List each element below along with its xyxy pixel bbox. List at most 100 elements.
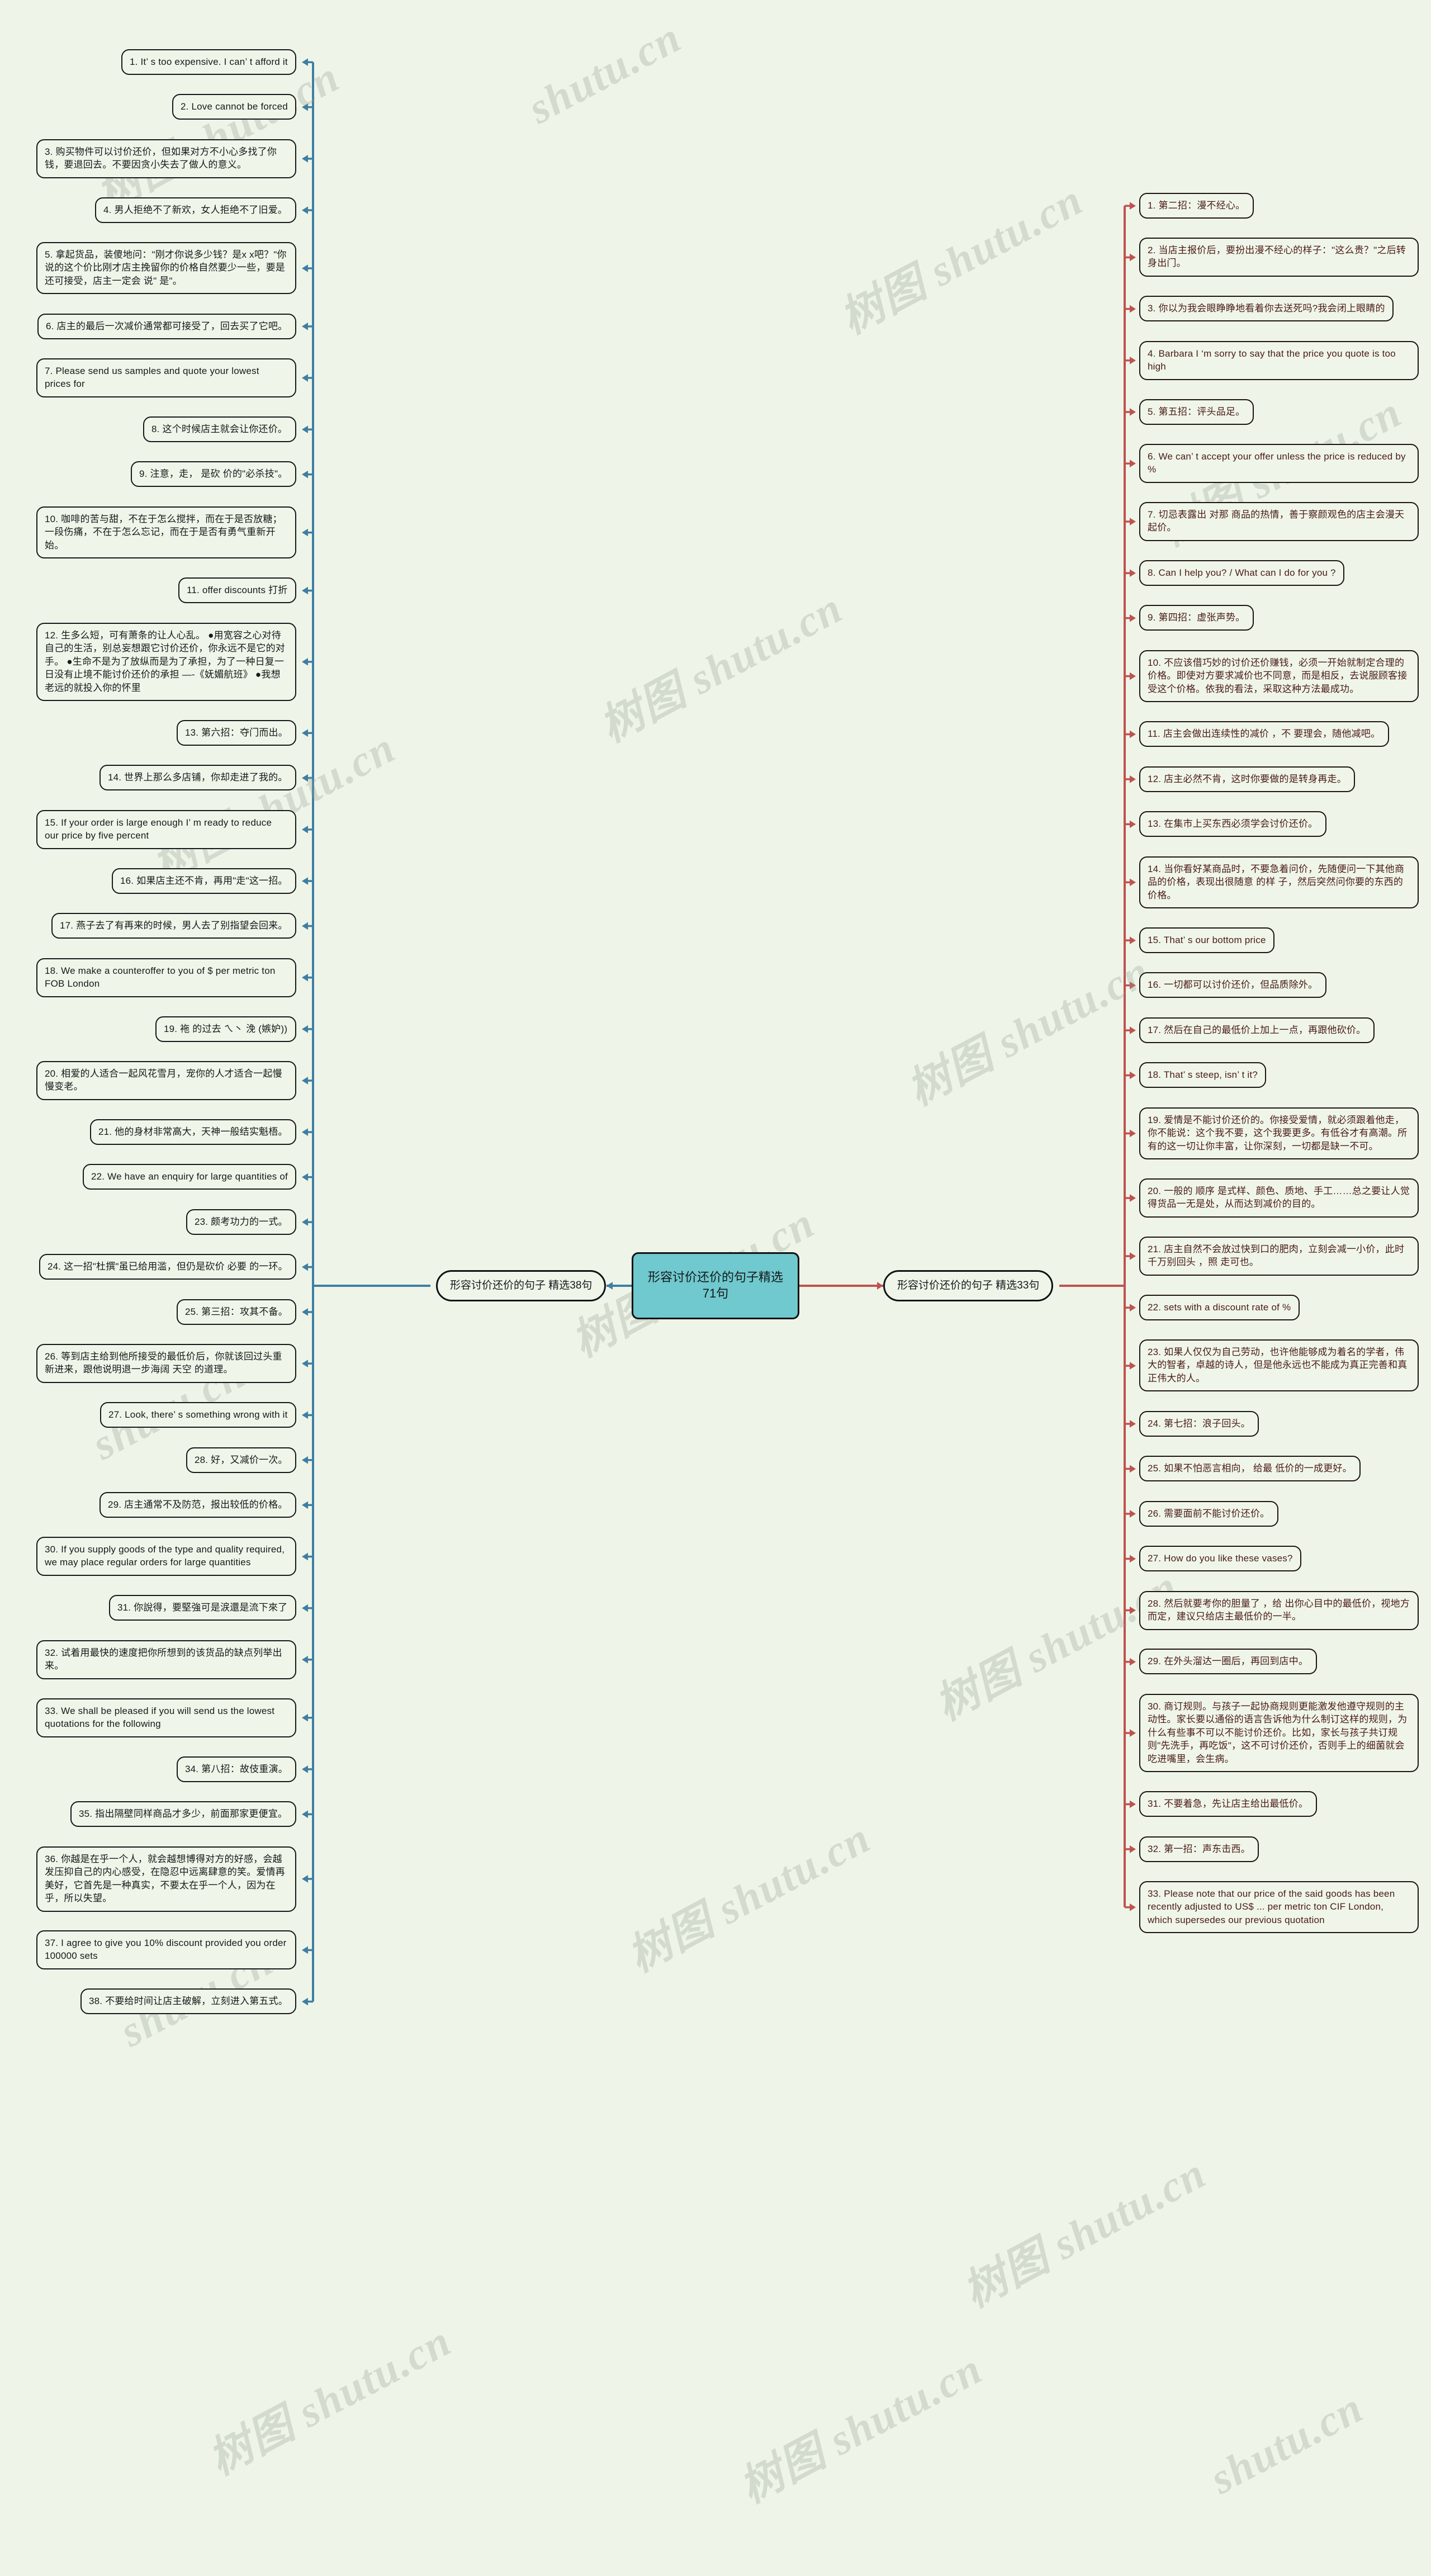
mindmap-node[interactable]: 13. 第六招：夺门而出。 bbox=[177, 720, 296, 746]
mindmap-node[interactable]: 15. That’ s our bottom price bbox=[1139, 927, 1274, 954]
mindmap-node-label: 13. 第六招：夺门而出。 bbox=[185, 727, 288, 738]
mindmap-node-label: 12. 店主必然不肯，这时你要做的是转身再走。 bbox=[1148, 774, 1347, 784]
mindmap-node-label: 26. 等到店主给到他所接受的最低价后，你就该回过头重新进来，跟他说明退一步海阔… bbox=[45, 1351, 282, 1375]
mindmap-node[interactable]: 4. 男人拒绝不了新欢，女人拒绝不了旧爱。 bbox=[95, 197, 296, 224]
mindmap-node[interactable]: 1. 第二招：漫不经心。 bbox=[1139, 193, 1254, 219]
mindmap-node-label: 16. 如果店主还不肯，再用"走"这一招。 bbox=[120, 875, 288, 886]
mindmap-node[interactable]: 30. If you supply goods of the type and … bbox=[36, 1537, 296, 1576]
mindmap-node[interactable]: 33. Please note that our price of the sa… bbox=[1139, 1881, 1419, 1934]
mindmap-node[interactable]: 3. 你以为我会眼睁睁地看着你去送死吗?我会闭上眼睛的 bbox=[1139, 296, 1394, 322]
watermark: shutu.cn bbox=[1202, 2383, 1371, 2503]
mindmap-node[interactable]: 25. 第三招：攻其不备。 bbox=[177, 1299, 296, 1325]
mindmap-node[interactable]: 8. 这个时候店主就会让你还价。 bbox=[143, 416, 296, 443]
mindmap-node[interactable]: 23. 如果人仅仅为自己劳动，也许他能够成为着名的学者，伟大的智者，卓越的诗人，… bbox=[1139, 1339, 1419, 1392]
mindmap-node[interactable]: 3. 购买物件可以讨价还价，但如果对方不小心多找了你钱，要退回去。不要因贪小失去… bbox=[36, 139, 296, 178]
mindmap-node[interactable]: 6. 店主的最后一次减价通常都可接受了，回去买了它吧。 bbox=[37, 314, 296, 340]
mindmap-node-label: 31. 你說得，要堅強可是涙還是流下來了 bbox=[117, 1602, 288, 1613]
mindmap-node-label: 18. We make a counteroffer to you of $ p… bbox=[45, 965, 276, 989]
mindmap-node[interactable]: 19. 袘 的过去 ㄟ丶 浼 (嫉妒)) bbox=[155, 1016, 296, 1043]
mindmap-node-label: 7. Please send us samples and quote your… bbox=[45, 366, 259, 390]
root-node-label: 形容讨价还价的句子精选71句 bbox=[647, 1270, 783, 1300]
mindmap-node-label: 27. Look, there’ s something wrong with … bbox=[108, 1409, 288, 1420]
mindmap-node[interactable]: 21. 他的身材非常高大，天神一般结实魁梧。 bbox=[90, 1119, 296, 1145]
mindmap-node[interactable]: 19. 爱情是不能讨价还价的。你接受爱情，就必须跟着他走，你不能说：这个我不要，… bbox=[1139, 1107, 1419, 1160]
mindmap-node[interactable]: 22. sets with a discount rate of % bbox=[1139, 1295, 1300, 1321]
mindmap-node[interactable]: 29. 店主通常不及防范，报出较低的价格。 bbox=[99, 1492, 296, 1518]
mindmap-node[interactable]: 18. That’ s steep, isn’ t it? bbox=[1139, 1062, 1266, 1088]
mindmap-node[interactable]: 17. 然后在自己的最低价上加上一点，再跟他砍价。 bbox=[1139, 1017, 1375, 1044]
mindmap-node[interactable]: 24. 第七招：浪子回头。 bbox=[1139, 1411, 1259, 1437]
mindmap-node[interactable]: 21. 店主自然不会放过快到口的肥肉，立刻会减一小价，此时千万别回头 ，照 走可… bbox=[1139, 1237, 1419, 1276]
mindmap-node[interactable]: 11. 店主会做出连续性的减价 ，不 要理会，随他减吧。 bbox=[1139, 721, 1389, 747]
mindmap-node[interactable]: 27. Look, there’ s something wrong with … bbox=[100, 1402, 296, 1428]
watermark: 树图 shutu.cn bbox=[731, 2343, 991, 2512]
mindmap-node[interactable]: 16. 一切都可以讨价还价，但品质除外。 bbox=[1139, 972, 1326, 998]
mindmap-node[interactable]: 4. Barbara I ‘m sorry to say that the pr… bbox=[1139, 341, 1419, 380]
mindmap-node[interactable]: 14. 当你看好某商品时，不要急着问价，先随便问一下其他商品的价格，表现出很随意… bbox=[1139, 856, 1419, 909]
mindmap-node-label: 36. 你越是在乎一个人，就会越想博得对方的好感，会越发压抑自己的内心感受，在隐… bbox=[45, 1854, 285, 1904]
mindmap-node[interactable]: 7. 切忌表露出 对那 商品的热情，善于察颜观色的店主会漫天起价。 bbox=[1139, 502, 1419, 541]
mindmap-node[interactable]: 10. 不应该借巧妙的讨价还价赚钱，必须一开始就制定合理的价格。即使对方要求减价… bbox=[1139, 650, 1419, 703]
mindmap-node[interactable]: 16. 如果店主还不肯，再用"走"这一招。 bbox=[112, 868, 296, 894]
mindmap-node[interactable]: 9. 注意，走， 是砍 价的"必杀技"。 bbox=[131, 461, 296, 487]
mindmap-node[interactable]: 18. We make a counteroffer to you of $ p… bbox=[36, 958, 296, 997]
mindmap-node-label: 1. It’ s too expensive. I can’ t afford … bbox=[130, 56, 288, 67]
mindmap-node-label: 35. 指出隔壁同样商品才多少，前面那家更便宜。 bbox=[79, 1808, 288, 1819]
mindmap-node[interactable]: 1. It’ s too expensive. I can’ t afford … bbox=[121, 49, 296, 75]
mindmap-node[interactable]: 23. 颇考功力的一式。 bbox=[186, 1209, 296, 1235]
mindmap-node[interactable]: 33. We shall be pleased if you will send… bbox=[36, 1698, 296, 1737]
mindmap-node-label: 11. 店主会做出连续性的减价 ，不 要理会，随他减吧。 bbox=[1148, 728, 1381, 739]
mindmap-node[interactable]: 37. I agree to give you 10% discount pro… bbox=[36, 1930, 296, 1969]
mindmap-node[interactable]: 25. 如果不怕恶言相向， 给最 低价的一成更好。 bbox=[1139, 1456, 1361, 1482]
mindmap-node[interactable]: 27. How do you like these vases? bbox=[1139, 1546, 1301, 1572]
mindmap-node[interactable]: 28. 好，又减价一次。 bbox=[186, 1447, 296, 1474]
mindmap-node[interactable]: 32. 试着用最快的速度把你所想到的该货品的缺点列举出来。 bbox=[36, 1640, 296, 1679]
mindmap-node[interactable]: 28. 然后就要考你的胆量了 ，给 出你心目中的最低价，视地方而定，建议只给店主… bbox=[1139, 1591, 1419, 1630]
mindmap-node[interactable]: 13. 在集市上买东西必须学会讨价还价。 bbox=[1139, 811, 1326, 837]
mindmap-node[interactable]: 36. 你越是在乎一个人，就会越想博得对方的好感，会越发压抑自己的内心感受，在隐… bbox=[36, 1846, 296, 1912]
mindmap-node[interactable]: 11. offer discounts 打折 bbox=[178, 577, 296, 604]
mindmap-node-label: 10. 不应该借巧妙的讨价还价赚钱，必须一开始就制定合理的价格。即使对方要求减价… bbox=[1148, 657, 1408, 694]
mindmap-node[interactable]: 38. 不要给时间让店主破解，立刻进入第五式。 bbox=[80, 1988, 296, 2015]
mindmap-node-label: 3. 购买物件可以讨价还价，但如果对方不小心多找了你钱，要退回去。不要因贪小失去… bbox=[45, 146, 277, 171]
mindmap-node[interactable]: 5. 拿起货品，装傻地问："刚才你说多少钱？是x x吧？"你说的这个价比刚才店主… bbox=[36, 242, 296, 295]
branch-hub-left-label: 形容讨价还价的句子 精选38句 bbox=[450, 1279, 593, 1291]
mindmap-node[interactable]: 26. 等到店主给到他所接受的最低价后，你就该回过头重新进来，跟他说明退一步海阔… bbox=[36, 1344, 296, 1383]
watermark: 树图 shutu.cn bbox=[955, 2148, 1214, 2317]
mindmap-node[interactable]: 35. 指出隔壁同样商品才多少，前面那家更便宜。 bbox=[70, 1801, 296, 1827]
mindmap-node-label: 19. 袘 的过去 ㄟ丶 浼 (嫉妒)) bbox=[164, 1024, 288, 1034]
mindmap-node-label: 22. sets with a discount rate of % bbox=[1148, 1302, 1291, 1313]
mindmap-node[interactable]: 26. 需要面前不能讨价还价。 bbox=[1139, 1501, 1278, 1527]
mindmap-node[interactable]: 12. 生多么短，可有萧条的让人心乱。 ●用宽容之心对待自己的生活，别总妄想跟它… bbox=[36, 623, 296, 702]
mindmap-node[interactable]: 30. 商订规则。与孩子一起协商规则更能激发他遵守规则的主动性。家长要以通俗的语… bbox=[1139, 1694, 1419, 1773]
mindmap-node[interactable]: 12. 店主必然不肯，这时你要做的是转身再走。 bbox=[1139, 766, 1355, 793]
mindmap-node-label: 19. 爱情是不能讨价还价的。你接受爱情，就必须跟着他走，你不能说：这个我不要，… bbox=[1148, 1115, 1408, 1152]
mindmap-node-label: 28. 然后就要考你的胆量了 ，给 出你心目中的最低价，视地方而定，建议只给店主… bbox=[1148, 1598, 1410, 1622]
branch-hub-left[interactable]: 形容讨价还价的句子 精选38句 bbox=[436, 1270, 606, 1301]
mindmap-node[interactable]: 7. Please send us samples and quote your… bbox=[36, 358, 296, 397]
mindmap-node[interactable]: 2. 当店主报价后，要扮出漫不经心的样子："这么贵？"之后转身出门。 bbox=[1139, 238, 1419, 277]
mindmap-node[interactable]: 8. Can I help you? / What can I do for y… bbox=[1139, 560, 1344, 586]
mindmap-node[interactable]: 17. 燕子去了有再来的时候，男人去了别指望会回来。 bbox=[51, 913, 296, 939]
mindmap-node[interactable]: 22. We have an enquiry for large quantit… bbox=[83, 1164, 296, 1190]
mindmap-node[interactable]: 34. 第八招：故伎重演。 bbox=[177, 1756, 296, 1783]
mindmap-node[interactable]: 32. 第一招：声东击西。 bbox=[1139, 1836, 1259, 1863]
mindmap-node[interactable]: 6. We can’ t accept your offer unless th… bbox=[1139, 444, 1419, 483]
mindmap-node[interactable]: 5. 第五招：评头品足。 bbox=[1139, 399, 1254, 425]
mindmap-node[interactable]: 2. Love cannot be forced bbox=[172, 94, 296, 120]
branch-hub-right[interactable]: 形容讨价还价的句子 精选33句 bbox=[883, 1270, 1054, 1301]
mindmap-node[interactable]: 29. 在外头溜达一圈后，再回到店中。 bbox=[1139, 1649, 1317, 1675]
mindmap-node[interactable]: 9. 第四招：虚张声势。 bbox=[1139, 605, 1254, 631]
mindmap-node[interactable]: 31. 不要着急，先让店主给出最低价。 bbox=[1139, 1791, 1317, 1817]
mindmap-node[interactable]: 31. 你說得，要堅強可是涙還是流下來了 bbox=[109, 1595, 296, 1621]
mindmap-node[interactable]: 20. 相爱的人适合一起风花雪月，宠你的人才适合一起慢慢变老。 bbox=[36, 1061, 296, 1100]
mindmap-node[interactable]: 24. 这一招"杜撰"虽已给用滥，但仍是砍价 必要 的一环。 bbox=[39, 1254, 296, 1280]
mindmap-node[interactable]: 14. 世界上那么多店铺，你却走进了我的。 bbox=[99, 765, 296, 791]
mindmap-node-label: 17. 燕子去了有再来的时候，男人去了别指望会回来。 bbox=[60, 920, 288, 931]
mindmap-node-label: 32. 试着用最快的速度把你所想到的该货品的缺点列举出来。 bbox=[45, 1647, 282, 1671]
mindmap-node[interactable]: 20. 一般的 顺序 是式样、颜色、质地、手工……总之要让人觉得货品一无是处，从… bbox=[1139, 1178, 1419, 1218]
root-node[interactable]: 形容讨价还价的句子精选71句 bbox=[632, 1252, 799, 1319]
mindmap-node[interactable]: 15. If your order is large enough I’ m r… bbox=[36, 810, 296, 849]
mindmap-node[interactable]: 10. 咖啡的苦与甜，不在于怎么搅拌，而在于是否放糖；一段伤痛，不在于怎么忘记，… bbox=[36, 506, 296, 559]
mindmap-node-label: 16. 一切都可以讨价还价，但品质除外。 bbox=[1148, 979, 1318, 990]
